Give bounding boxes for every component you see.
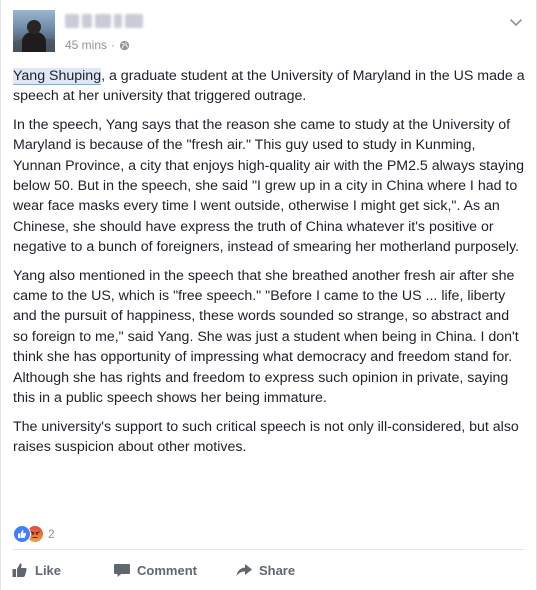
globe-icon[interactable]	[119, 40, 130, 51]
post-paragraph: The university's support to such critica…	[13, 418, 519, 455]
tagged-name-link[interactable]: Yang Shuping	[13, 68, 102, 84]
post-paragraph: In the speech, Yang says that the reason…	[13, 116, 525, 256]
author-name-redacted[interactable]	[65, 14, 143, 28]
post-body: Yang Shuping, a graduate student at the …	[13, 66, 526, 465]
share-label: Share	[258, 562, 296, 578]
post-card: 45 mins · Yang Shuping, a graduate stude…	[0, 0, 537, 590]
post-timestamp[interactable]: 45 mins	[65, 38, 107, 52]
action-divider	[13, 549, 524, 550]
post-paragraph: Yang also mentioned in the speech that s…	[13, 267, 519, 407]
action-bar: Like Comment Share	[11, 556, 295, 584]
share-button[interactable]: Share	[235, 556, 295, 584]
share-icon	[236, 564, 252, 576]
avatar[interactable]	[13, 10, 55, 52]
meta-separator: ·	[111, 38, 116, 52]
thumbs-up-icon	[12, 563, 27, 577]
comment-icon	[114, 564, 131, 577]
like-reaction-icon	[13, 525, 31, 543]
post-meta: 45 mins ·	[65, 38, 130, 52]
post-paragraph: Yang Shuping, a graduate student at the …	[13, 68, 525, 105]
comment-button[interactable]: Comment	[113, 556, 197, 584]
chevron-down-icon[interactable]	[508, 14, 524, 30]
reaction-summary[interactable]: 2	[13, 525, 55, 543]
like-button[interactable]: Like	[11, 556, 61, 584]
comment-label: Comment	[137, 562, 197, 578]
reaction-count: 2	[48, 527, 55, 541]
like-label: Like	[35, 562, 62, 578]
post-header: 45 mins ·	[13, 10, 524, 58]
